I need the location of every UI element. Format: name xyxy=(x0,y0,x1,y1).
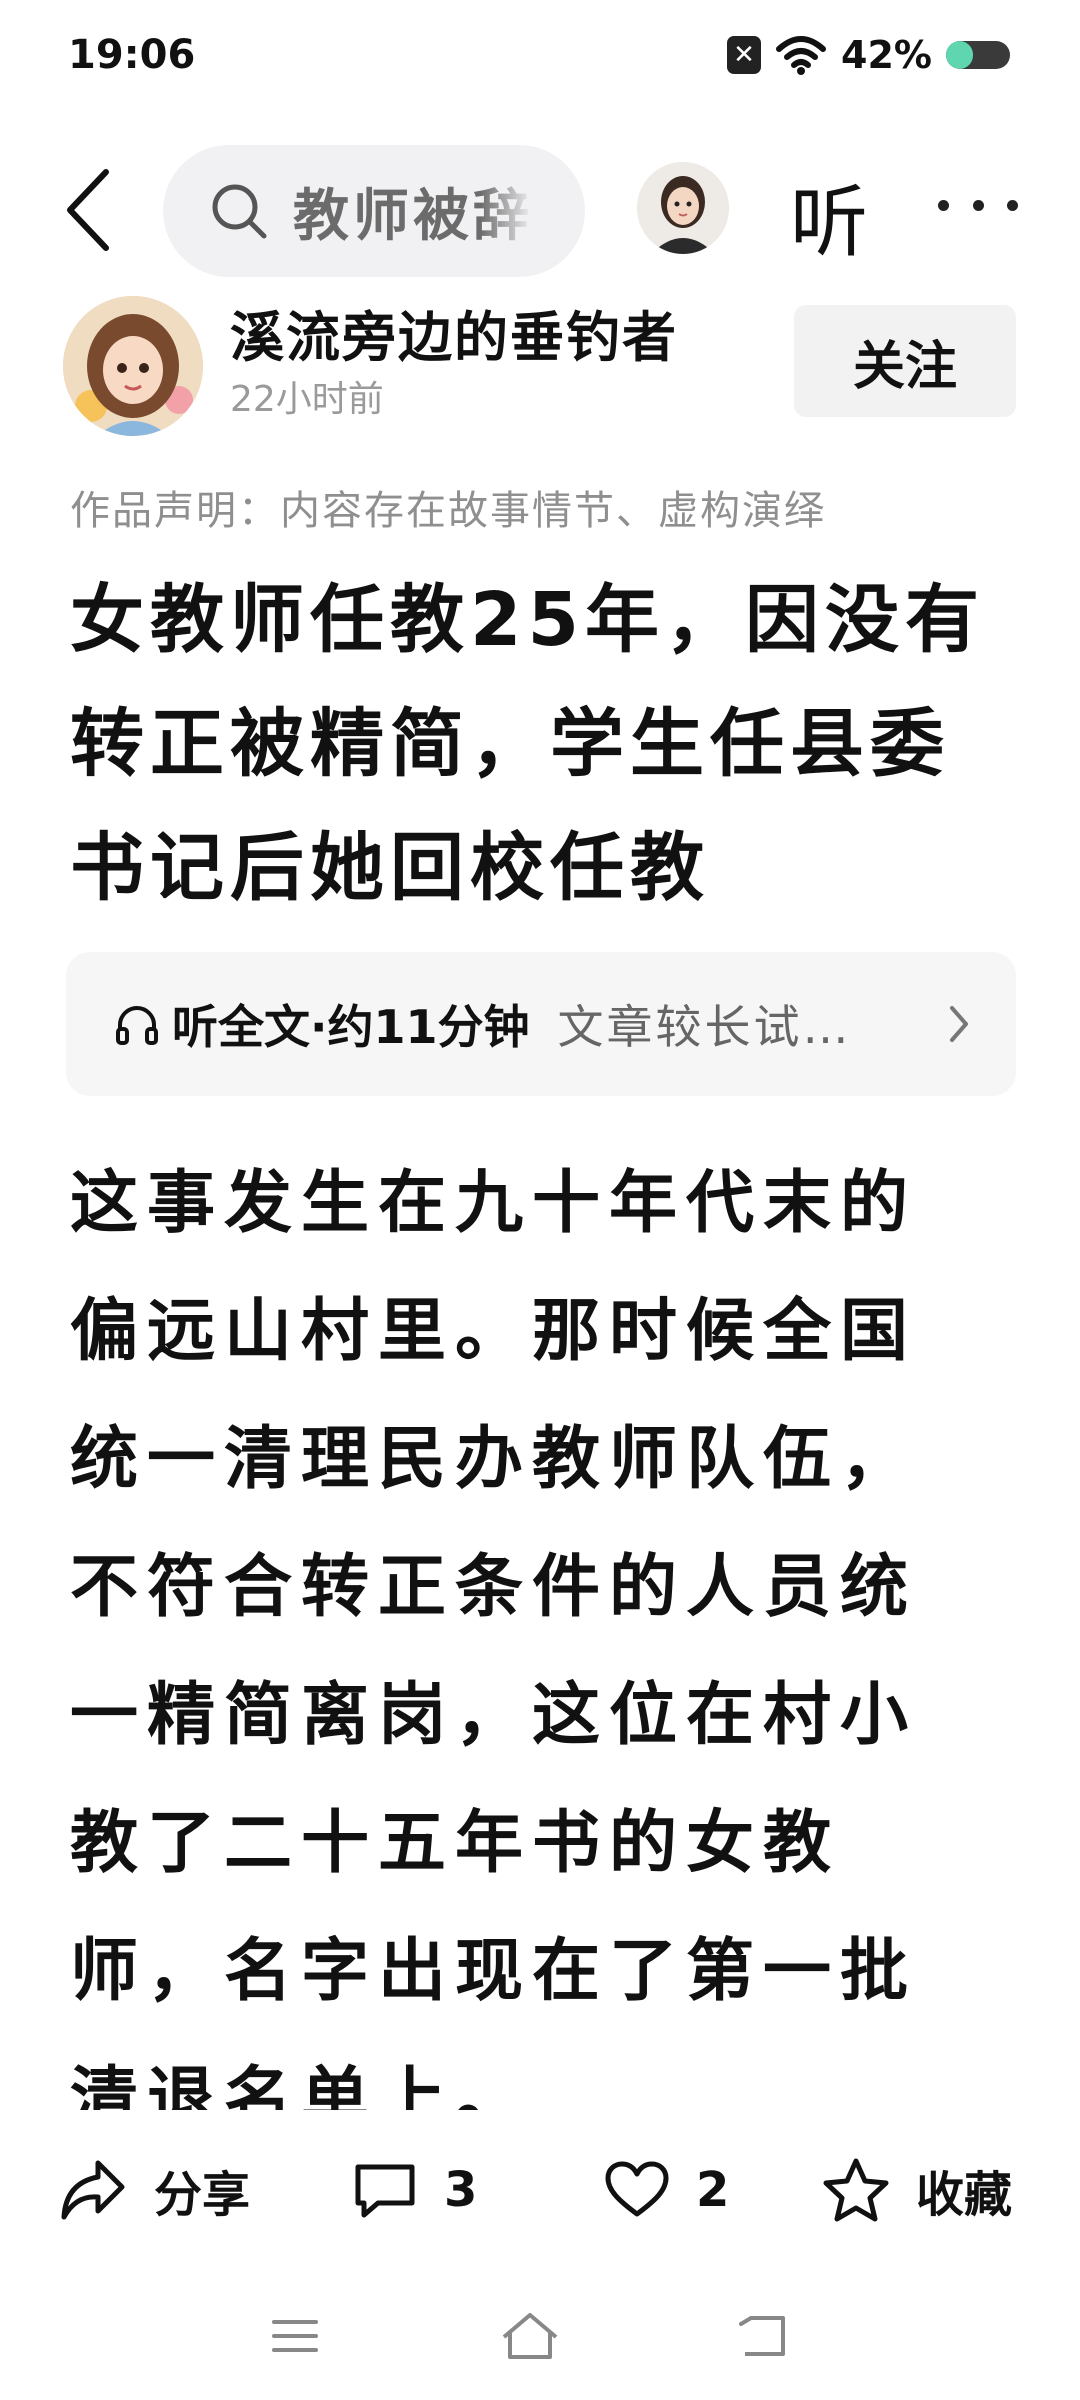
share-button[interactable]: 分享 xyxy=(58,2150,250,2230)
battery-level-fill xyxy=(946,41,973,69)
status-bar: 19:06 ✕ 42% xyxy=(0,0,1080,110)
system-nav-bar xyxy=(0,2280,1080,2400)
back-button[interactable] xyxy=(52,160,122,260)
wifi-icon xyxy=(776,36,827,75)
content-declaration[interactable]: 作品声明：内容存在故事情节、虚构演绎 xyxy=(70,478,1000,536)
author-avatar[interactable] xyxy=(63,296,203,436)
more-options-button[interactable] xyxy=(938,175,1018,235)
post-time: 22小时前 xyxy=(230,379,384,420)
search-icon xyxy=(212,184,267,239)
menu-icon xyxy=(272,2320,318,2352)
listen-description: 文章较长试试收听 xyxy=(557,1000,880,1054)
like-count: 2 xyxy=(696,2162,730,2218)
article-body: 这事发生在九十年代末的偏远山村里。那时候全国统一清理民办教师队伍，不符合转正条件… xyxy=(70,1164,918,2110)
article-title: 女教师任教25年，因没有转正被精简，学生任县委书记后她回校任教 xyxy=(70,577,985,911)
comment-button[interactable]: 3 xyxy=(352,2150,477,2230)
chevron-right-icon xyxy=(950,1006,968,1042)
follow-button[interactable]: 关注 xyxy=(794,305,1016,417)
collect-label: 收藏 xyxy=(916,2167,1013,2223)
star-icon xyxy=(823,2158,889,2222)
like-button[interactable]: 2 xyxy=(604,2150,729,2230)
heart-icon xyxy=(605,2161,669,2217)
listen-button[interactable]: 听 xyxy=(790,160,868,272)
listen-duration-label: 听全文·约11分钟 xyxy=(172,1000,530,1054)
search-query-text: 教师被辞 xyxy=(293,183,533,249)
chevron-left-icon xyxy=(67,169,109,251)
comment-count: 3 xyxy=(444,2162,478,2218)
battery-percent: 42% xyxy=(841,33,932,77)
nav-back-button[interactable] xyxy=(728,2306,798,2366)
status-icons: ✕ 42% xyxy=(727,30,1010,80)
more-dot-icon xyxy=(1007,199,1018,211)
nav-menu-button[interactable] xyxy=(260,2306,330,2366)
avatar-illustration xyxy=(637,162,729,254)
sim-x-badge-icon: ✕ xyxy=(727,36,762,74)
nav-home-button[interactable] xyxy=(495,2306,565,2366)
user-avatar[interactable] xyxy=(637,162,729,254)
back-arrow-icon xyxy=(739,2316,785,2356)
status-time: 19:06 xyxy=(68,32,196,78)
home-icon xyxy=(502,2313,558,2359)
more-dot-icon xyxy=(972,199,984,211)
listen-full-article-bar[interactable]: 听全文·约11分钟 文章较长试试收听 xyxy=(66,952,1016,1096)
author-name[interactable]: 溪流旁边的垂钓者 xyxy=(230,293,678,372)
author-avatar-illustration xyxy=(63,296,203,436)
headphones-icon xyxy=(116,1006,158,1045)
share-icon xyxy=(61,2160,125,2220)
collect-button[interactable]: 收藏 xyxy=(822,2150,1012,2230)
more-dot-icon xyxy=(938,199,949,211)
battery-icon xyxy=(946,41,1010,69)
share-label: 分享 xyxy=(154,2167,251,2223)
search-box[interactable]: 教师被辞 xyxy=(163,145,585,277)
article-action-bar: 分享 3 2 收藏 xyxy=(0,2120,1080,2260)
comment-icon xyxy=(355,2164,415,2218)
